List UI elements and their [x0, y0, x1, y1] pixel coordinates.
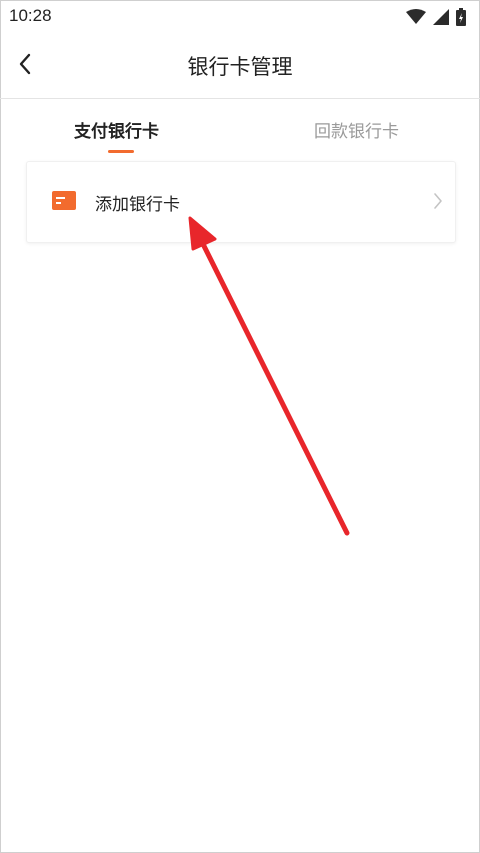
- page-title: 银行卡管理: [187, 55, 293, 79]
- tab-payment-cards[interactable]: 支付银行卡: [74, 117, 159, 142]
- chevron-right-icon: [433, 192, 443, 214]
- tab-repayment-cards[interactable]: 回款银行卡: [314, 117, 399, 142]
- bank-card-icon: [52, 191, 76, 214]
- add-bank-card-row[interactable]: 添加银行卡: [26, 161, 456, 243]
- status-time: 10:28: [9, 6, 52, 25]
- tab-bar: 支付银行卡 回款银行卡: [0, 99, 480, 157]
- wifi-icon: [406, 9, 426, 25]
- battery-icon: [456, 8, 466, 26]
- status-icons: [406, 8, 466, 26]
- active-tab-indicator: [108, 150, 134, 153]
- signal-icon: [433, 9, 449, 25]
- status-bar: 10:28: [0, 0, 480, 34]
- add-bank-card-label: 添加银行卡: [95, 195, 180, 215]
- app-header: 银行卡管理: [0, 34, 480, 99]
